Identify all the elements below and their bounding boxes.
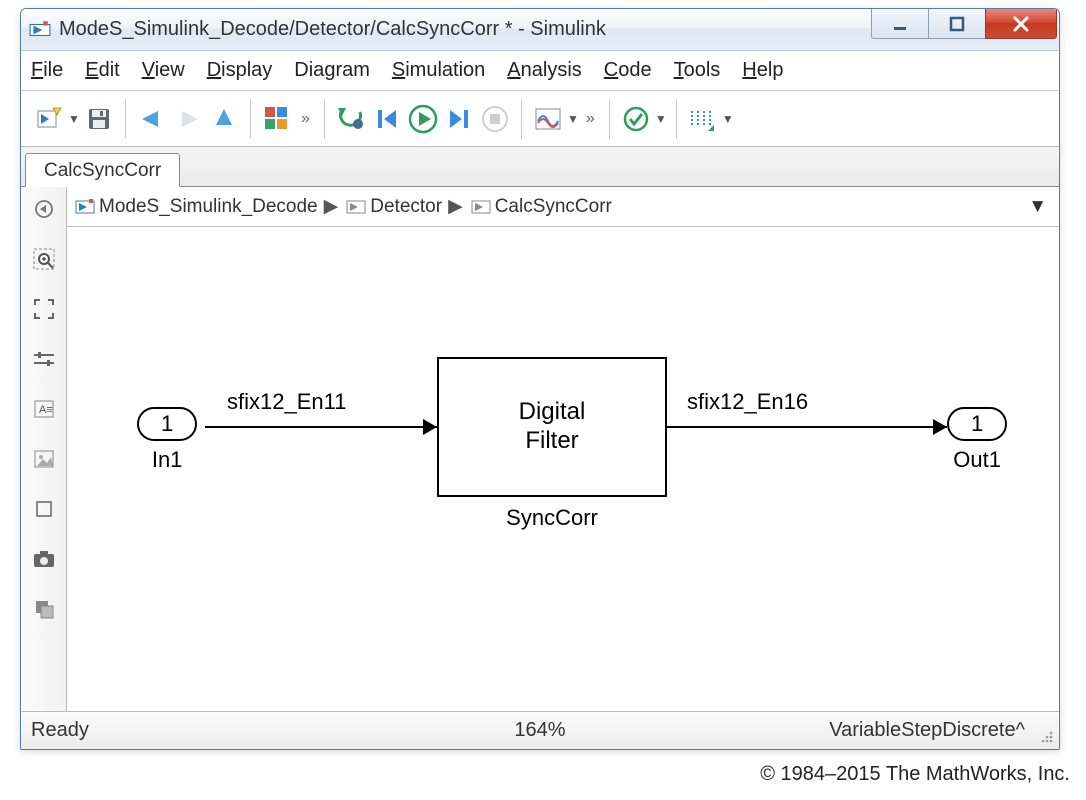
- breadcrumb: ModeS_Simulink_Decode ▶ Detector ▶ CalcS…: [67, 187, 1059, 227]
- solver-text[interactable]: VariableStepDiscrete^: [829, 719, 1025, 742]
- sliders-icon: [32, 351, 56, 367]
- canvas-palette: A≡: [21, 187, 67, 711]
- update-diagram-button[interactable]: [333, 101, 369, 137]
- copyright-text: © 1984–2015 The MathWorks, Inc.: [760, 763, 1070, 786]
- menu-display[interactable]: Display: [207, 59, 273, 82]
- canvas-column: ModeS_Simulink_Decode ▶ Detector ▶ CalcS…: [67, 187, 1059, 711]
- text-annotation-icon: A≡: [33, 399, 55, 419]
- forward-button[interactable]: [170, 101, 206, 137]
- rect-icon: [34, 499, 54, 519]
- statusbar: Ready 164% VariableStepDiscrete^: [21, 711, 1059, 749]
- content-area: A≡ ModeS_Simulink_Decode ▶ Detector: [21, 187, 1059, 711]
- build-dropdown[interactable]: ▼: [721, 112, 735, 126]
- toolbar-overflow-1[interactable]: »: [295, 110, 316, 128]
- area-annotation-button[interactable]: [28, 493, 60, 525]
- model-advisor-button[interactable]: [618, 101, 654, 137]
- resize-grip-icon[interactable]: [1039, 729, 1055, 745]
- menu-help[interactable]: Help: [742, 59, 783, 82]
- save-icon: [86, 106, 112, 132]
- window-controls: [871, 9, 1057, 50]
- tab-strip: CalcSyncCorr: [21, 147, 1059, 187]
- annotation-button[interactable]: A≡: [28, 393, 60, 425]
- zoom-select-icon: [32, 247, 56, 271]
- model-properties-button[interactable]: [28, 593, 60, 625]
- toolbar: ▼: [21, 91, 1059, 147]
- minimize-button[interactable]: [871, 9, 929, 39]
- zoom-level[interactable]: 164%: [514, 719, 565, 742]
- breadcrumb-detector[interactable]: Detector: [370, 196, 442, 218]
- menu-code[interactable]: Code: [604, 59, 652, 82]
- breadcrumb-current[interactable]: CalcSyncCorr: [495, 196, 612, 218]
- fit-view-icon: [33, 298, 55, 320]
- zoom-selection-button[interactable]: [28, 243, 60, 275]
- tab-calcsynccorr[interactable]: CalcSyncCorr: [25, 153, 180, 187]
- camera-icon: [32, 549, 56, 569]
- simulink-app-icon: [29, 19, 51, 41]
- refresh-gear-icon: [336, 106, 366, 132]
- toolbar-overflow-2[interactable]: »: [580, 110, 601, 128]
- toggle-perspective-button[interactable]: [28, 343, 60, 375]
- play-icon: [408, 104, 438, 134]
- wires: [67, 227, 1057, 707]
- library-browser-button[interactable]: [259, 101, 295, 137]
- step-forward-button[interactable]: [441, 101, 477, 137]
- menu-diagram[interactable]: Diagram: [294, 59, 370, 82]
- stop-icon: [481, 105, 509, 133]
- check-circle-icon: [623, 106, 649, 132]
- minimize-icon: [891, 15, 909, 33]
- screenshot-button[interactable]: [28, 543, 60, 575]
- data-inspector-button[interactable]: [530, 101, 566, 137]
- menu-simulation[interactable]: Simulation: [392, 59, 485, 82]
- arrow-right-icon: [174, 109, 202, 129]
- diagram-canvas[interactable]: 1 In1 sfix12_En11 Digital Filter SyncCor…: [67, 227, 1059, 711]
- save-button[interactable]: [81, 101, 117, 137]
- signal-plot-icon: [534, 107, 562, 131]
- fit-view-button[interactable]: [28, 293, 60, 325]
- breadcrumb-sep-1: ▶: [324, 195, 339, 218]
- step-back-icon: [374, 106, 400, 132]
- breadcrumb-dropdown[interactable]: ▼: [1028, 196, 1047, 218]
- maximize-button[interactable]: [928, 9, 986, 39]
- step-back-button[interactable]: [369, 101, 405, 137]
- window-title: ModeS_Simulink_Decode/Detector/CalcSyncC…: [59, 18, 871, 41]
- breadcrumb-sep-2: ▶: [448, 195, 463, 218]
- menu-analysis[interactable]: Analysis: [507, 59, 581, 82]
- back-button[interactable]: [134, 101, 170, 137]
- image-icon: [33, 449, 55, 469]
- blocks-grid-icon: [263, 105, 291, 133]
- menu-file[interactable]: File: [31, 59, 63, 82]
- advisor-dropdown[interactable]: ▼: [654, 112, 668, 126]
- new-model-icon: [35, 105, 63, 133]
- menu-view[interactable]: View: [142, 59, 185, 82]
- stacked-blocks-icon: [33, 598, 55, 620]
- maximize-icon: [948, 15, 966, 33]
- application-window: ModeS_Simulink_Decode/Detector/CalcSyncC…: [20, 8, 1060, 750]
- run-button[interactable]: [405, 101, 441, 137]
- titlebar: ModeS_Simulink_Decode/Detector/CalcSyncC…: [21, 9, 1059, 51]
- menu-edit[interactable]: Edit: [85, 59, 119, 82]
- subsystem-icon: [471, 197, 491, 217]
- arrow-left-icon: [138, 109, 166, 129]
- breadcrumb-root[interactable]: ModeS_Simulink_Decode: [99, 196, 318, 218]
- model-icon: [75, 197, 95, 217]
- subsystem-icon: [346, 197, 366, 217]
- build-button[interactable]: [685, 101, 721, 137]
- inspector-dropdown[interactable]: ▼: [566, 112, 580, 126]
- close-button[interactable]: [985, 9, 1057, 39]
- build-icon: [688, 107, 718, 131]
- arrow-up-icon: [214, 105, 234, 133]
- image-annotation-button[interactable]: [28, 443, 60, 475]
- up-button[interactable]: [206, 101, 242, 137]
- new-model-button[interactable]: [31, 101, 67, 137]
- stop-button[interactable]: [477, 101, 513, 137]
- menu-tools[interactable]: Tools: [674, 59, 721, 82]
- hide-palette-button[interactable]: [28, 193, 60, 225]
- svg-text:A≡: A≡: [39, 404, 53, 416]
- status-text: Ready: [31, 719, 89, 742]
- new-model-dropdown[interactable]: ▼: [67, 112, 81, 126]
- circle-arrow-left-icon: [34, 199, 54, 219]
- menubar: File Edit View Display Diagram Simulatio…: [21, 51, 1059, 91]
- close-icon: [1010, 13, 1032, 35]
- step-forward-icon: [446, 106, 472, 132]
